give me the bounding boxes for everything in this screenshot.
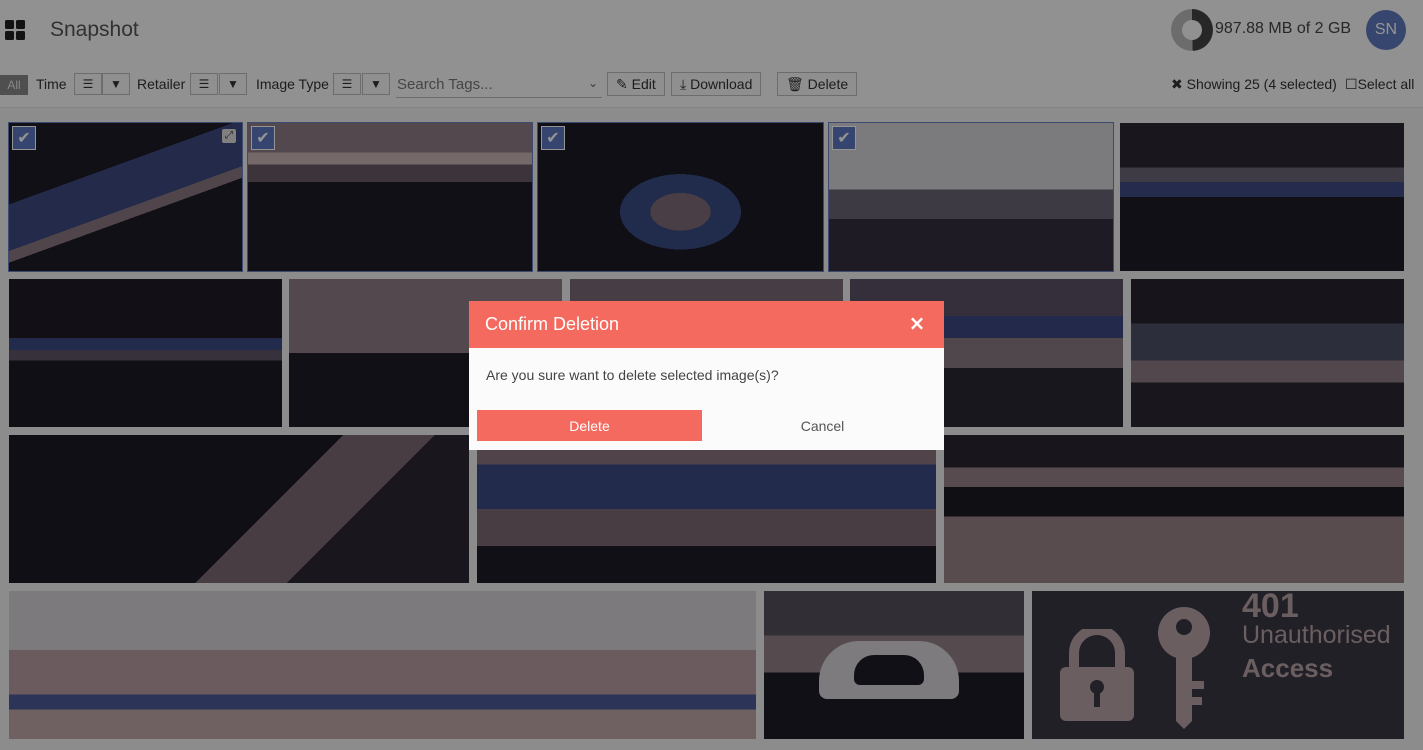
dialog-message: Are you sure want to delete selected ima… [486,367,779,383]
confirm-delete-button[interactable]: Delete [477,410,702,441]
close-icon[interactable]: × [907,312,927,334]
cancel-button[interactable]: Cancel [710,410,935,441]
dialog-header: Confirm Deletion × [469,301,944,348]
confirm-deletion-dialog: Confirm Deletion × Are you sure want to … [469,301,944,450]
dialog-title: Confirm Deletion [485,314,620,334]
